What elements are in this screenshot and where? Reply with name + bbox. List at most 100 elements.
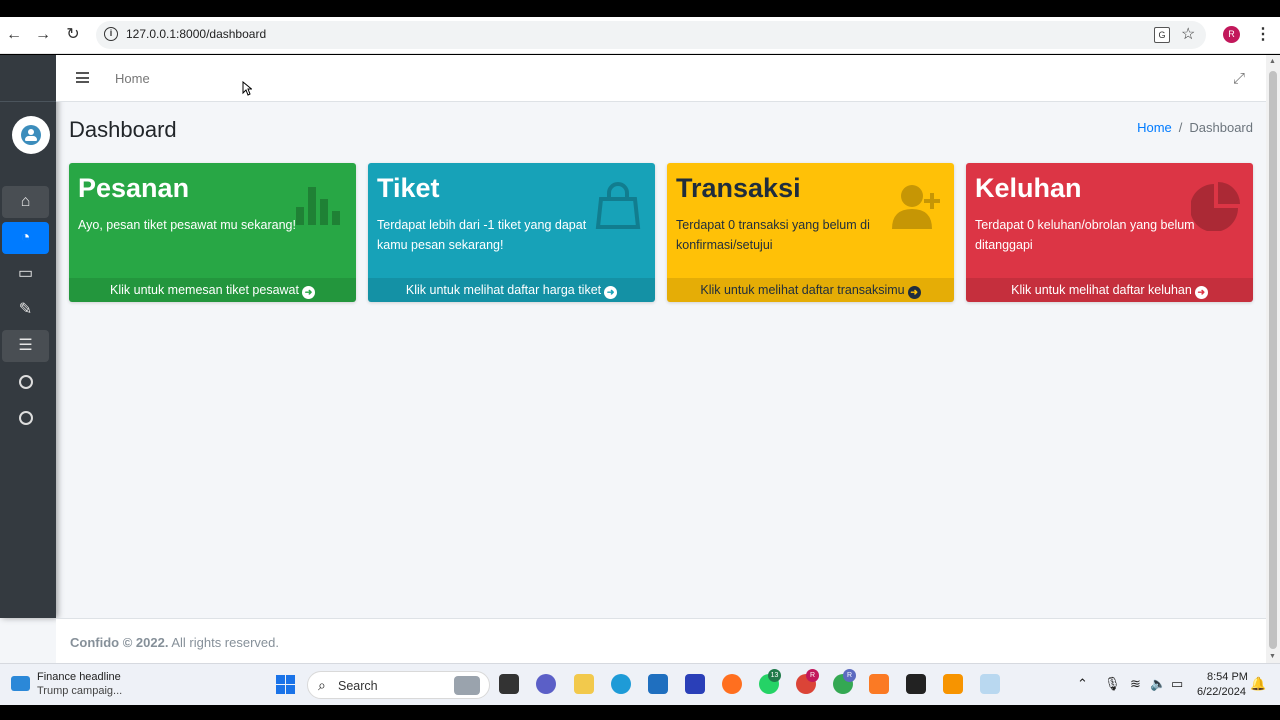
card-link-text[interactable]: Klik untuk melihat daftar transaksimu (700, 283, 904, 297)
page-footer: Confido © 2022. All rights reserved. (56, 618, 1266, 663)
taskbar-search[interactable]: ⌕ Search (307, 671, 490, 699)
profile-avatar[interactable]: R (1223, 26, 1240, 43)
sublime-text-icon[interactable] (943, 674, 963, 694)
card-title: Transaksi (676, 173, 801, 203)
card-link-text[interactable]: Klik untuk melihat daftar harga tiket (406, 283, 601, 297)
scrollbar-thumb[interactable] (1269, 71, 1277, 649)
breadcrumb-separator: / (1178, 120, 1183, 135)
clock-date[interactable]: 6/22/2024 (1197, 686, 1246, 698)
sidebar-item-money[interactable]: ▭ (2, 258, 49, 290)
bottom-black-bar (0, 705, 1280, 720)
chrome-profile-badge: R (806, 669, 819, 682)
circle-icon[interactable] (19, 375, 33, 389)
hamburger-menu-icon[interactable] (76, 72, 89, 83)
edit-icon: ✎ (18, 301, 33, 318)
url-text[interactable]: 127.0.0.1:8000/dashboard (126, 27, 266, 41)
circle-icon[interactable] (19, 411, 33, 425)
card-link[interactable]: Klik untuk melihat daftar keluhan ➜ (966, 278, 1253, 302)
breadcrumb-current: Dashboard (1189, 120, 1253, 135)
arrow-circle-right-icon: ➜ (604, 286, 618, 299)
arrow-circle-right-icon: ➜ (1194, 286, 1208, 299)
search-highlight-icon (454, 676, 480, 695)
sidebar-item-list[interactable]: ☰ (2, 330, 49, 362)
sidebar-item-edit[interactable]: ✎ (2, 294, 49, 326)
mouse-cursor-icon (242, 81, 252, 96)
widgets-icon[interactable] (11, 676, 30, 691)
card-title: Pesanan (78, 173, 190, 203)
user-plus-icon (892, 185, 940, 229)
whatsapp-badge: 13 (768, 669, 781, 682)
footer-text: Confido © 2022. All rights reserved. (70, 635, 279, 650)
card-link[interactable]: Klik untuk melihat daftar transaksimu ➜ (667, 278, 954, 302)
page-title: Dashboard (69, 117, 177, 142)
sidebar-item-home[interactable]: ⌂ (2, 186, 49, 218)
card-text: Terdapat 0 transaksi yang belum di konfi… (676, 218, 870, 252)
card-title: Tiket (377, 173, 440, 203)
translate-icon[interactable]: G (1154, 27, 1170, 43)
scroll-down-icon[interactable]: ▼ (1269, 653, 1276, 660)
back-arrow-icon[interactable]: ← (4, 25, 24, 45)
wifi-icon[interactable]: ≋ (1130, 676, 1141, 692)
microsoft-store-icon[interactable] (648, 674, 668, 694)
breadcrumb-home[interactable]: Home (1137, 120, 1172, 135)
list-icon: ☰ (18, 337, 33, 354)
card-link-text[interactable]: Klik untuk memesan tiket pesawat (110, 283, 299, 297)
breadcrumb: Home / Dashboard (1137, 120, 1253, 135)
top-navbar: Home ⤢ (56, 55, 1266, 102)
microphone-icon[interactable]: 🎙 (1104, 676, 1121, 692)
card-text: Ayo, pesan tiket pesawat mu sekarang! (78, 218, 296, 232)
tachometer-icon: ◔ (20, 229, 31, 246)
sidebar-brand[interactable] (0, 55, 56, 102)
sidebar-item-dashboard[interactable]: ◔ (2, 222, 49, 254)
site-info-icon[interactable]: i (104, 27, 118, 41)
edge-icon[interactable] (611, 674, 631, 694)
search-label[interactable]: Search (338, 679, 378, 693)
shopping-bag-icon (595, 182, 641, 229)
footer-brand[interactable]: Confido © 2022. (70, 635, 168, 650)
card-link[interactable]: Klik untuk melihat daftar harga tiket ➜ (368, 278, 655, 302)
footer-rights: All rights reserved. (171, 635, 279, 650)
chrome-profile-badge: R (843, 669, 856, 682)
notification-bell-icon[interactable]: 🔔 (1250, 676, 1266, 692)
windows-taskbar: Finance headline Trump campaig... ⌕ Sear… (0, 663, 1280, 705)
forward-arrow-icon[interactable]: → (33, 25, 53, 45)
visual-studio-icon[interactable] (685, 674, 705, 694)
money-icon: ▭ (17, 265, 34, 282)
battery-icon[interactable]: ▭ (1171, 676, 1183, 692)
arrow-circle-right-icon: ➜ (907, 286, 921, 299)
card-transaksi: Transaksi Terdapat 0 transaksi yang belu… (667, 163, 954, 302)
card-text: Terdapat 0 keluhan/obrolan yang belum di… (975, 218, 1195, 252)
address-bar[interactable]: i 127.0.0.1:8000/dashboard (96, 21, 1206, 49)
browser-menu-icon[interactable]: ⋮ (1255, 24, 1271, 44)
scroll-up-icon[interactable]: ▲ (1269, 58, 1276, 65)
card-keluhan: Keluhan Terdapat 0 keluhan/obrolan yang … (966, 163, 1253, 302)
arrow-circle-right-icon: ➜ (301, 286, 315, 299)
sidebar: ⌂ ◔ ▭ ✎ ☰ (0, 55, 56, 618)
fullscreen-expand-icon[interactable]: ⤢ (1233, 70, 1245, 87)
screen: ← → ↻ i 127.0.0.1:8000/dashboard G ☆ R ⋮… (0, 0, 1280, 720)
card-link[interactable]: Klik untuk memesan tiket pesawat ➜ (69, 278, 356, 302)
top-black-bar (0, 0, 1280, 17)
teams-chat-icon[interactable] (536, 674, 556, 694)
clock-time[interactable]: 8:54 PM (1207, 671, 1248, 683)
terminal-icon[interactable] (906, 674, 926, 694)
xampp-icon[interactable] (869, 674, 889, 694)
tray-overflow-icon[interactable]: ⌃ (1077, 676, 1088, 692)
volume-icon[interactable]: 🔈 (1150, 676, 1166, 692)
task-view-icon[interactable] (499, 674, 519, 694)
card-link-text[interactable]: Klik untuk melihat daftar keluhan (1011, 283, 1192, 297)
user-avatar[interactable] (12, 116, 50, 154)
page-scrollbar[interactable]: ▲ ▼ (1266, 55, 1280, 663)
bookmark-star-icon[interactable]: ☆ (1181, 24, 1195, 44)
card-tiket: Tiket Terdapat lebih dari -1 tiket yang … (368, 163, 655, 302)
windows-start-icon[interactable] (276, 675, 295, 694)
widget-headline[interactable]: Finance headline (37, 671, 121, 683)
file-explorer-icon[interactable] (574, 674, 594, 694)
card-pesanan: Pesanan Ayo, pesan tiket pesawat mu seka… (69, 163, 356, 302)
widget-subtext[interactable]: Trump campaig... (37, 685, 122, 697)
snipping-tool-icon[interactable] (980, 674, 1000, 694)
reload-icon[interactable]: ↻ (63, 25, 83, 45)
nav-home-link[interactable]: Home (115, 71, 150, 86)
card-title: Keluhan (975, 173, 1082, 203)
firefox-icon[interactable] (722, 674, 742, 694)
